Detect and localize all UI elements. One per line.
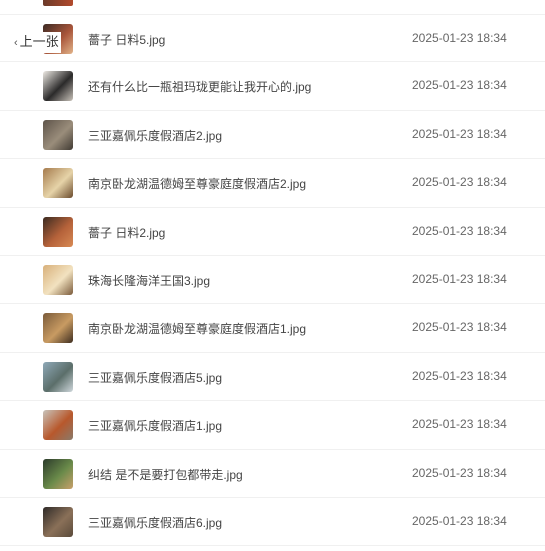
- file-row[interactable]: 薔子 日料5.jpg 2025-01-23 18:34: [0, 14, 545, 63]
- file-list: 薔子 日料5.jpg 2025-01-23 18:34 还有什么比一瓶祖玛珑更能让我…: [0, 14, 545, 547]
- file-row[interactable]: 南京卧龙湖温德姆至尊豪庭度假酒店2.jpg 2025-01-23 18:34: [0, 159, 545, 208]
- file-row[interactable]: 三亚嘉佩乐度假酒店2.jpg 2025-01-23 18:34: [0, 111, 545, 160]
- file-date: 2025-01-23 18:34: [412, 368, 507, 383]
- file-thumbnail[interactable]: [43, 264, 73, 295]
- file-date: 2025-01-23 18:34: [412, 31, 507, 45]
- file-thumbnail[interactable]: [43, 361, 73, 392]
- file-row[interactable]: 南京卧龙湖温德姆至尊豪庭度假酒店1.jpg 2025-01-23 18:34: [0, 304, 545, 353]
- file-date: 2025-01-23 18:34: [412, 175, 507, 190]
- file-date: 2025-01-23 18:34: [412, 513, 507, 528]
- file-name[interactable]: 三亚嘉佩乐度假酒店1.jpg: [88, 417, 222, 434]
- file-name[interactable]: 三亚嘉佩乐度假酒店2.jpg: [88, 127, 222, 144]
- file-name[interactable]: 三亚嘉佩乐度假酒店5.jpg: [88, 369, 222, 386]
- file-row[interactable]: 三亚嘉佩乐度假酒店5.jpg 2025-01-23 18:34: [0, 353, 545, 402]
- file-row[interactable]: 三亚嘉佩乐度假酒店1.jpg 2025-01-23 18:34: [0, 401, 545, 450]
- file-date: 2025-01-23 18:34: [412, 223, 507, 238]
- file-name[interactable]: 薔子 日料2.jpg: [88, 224, 165, 241]
- file-name[interactable]: 纠结 是不是要打包都带走.jpg: [88, 466, 243, 483]
- previous-row-thumbnail-peek: [43, 0, 73, 6]
- file-list-page: ‹ 上一张 薔子 日料5.jpg 2025-01-23 18:34 还有什么比一瓶祖玛…: [0, 0, 545, 551]
- file-date: 2025-01-23 18:34: [412, 320, 507, 335]
- file-thumbnail[interactable]: [43, 458, 73, 489]
- previous-image-link[interactable]: ‹ 上一张: [12, 32, 61, 53]
- file-name[interactable]: 南京卧龙湖温德姆至尊豪庭度假酒店2.jpg: [88, 175, 306, 192]
- file-date: 2025-01-23 18:34: [412, 465, 507, 480]
- file-date: 2025-01-23 18:34: [412, 271, 507, 286]
- file-name[interactable]: 南京卧龙湖温德姆至尊豪庭度假酒店1.jpg: [88, 320, 306, 337]
- file-thumbnail[interactable]: [43, 410, 73, 441]
- file-date: 2025-01-23 18:34: [412, 417, 507, 432]
- file-thumbnail[interactable]: [43, 313, 73, 344]
- file-thumbnail[interactable]: [43, 168, 73, 199]
- file-row[interactable]: 还有什么比一瓶祖玛珑更能让我开心的.jpg 2025-01-23 18:34: [0, 62, 545, 111]
- chevron-left-icon: ‹: [14, 37, 18, 49]
- file-date: 2025-01-23 18:34: [412, 78, 507, 93]
- file-row[interactable]: 珠海长隆海洋王国3.jpg 2025-01-23 18:34: [0, 256, 545, 305]
- file-thumbnail[interactable]: [43, 216, 73, 247]
- file-thumbnail[interactable]: [43, 119, 73, 150]
- previous-image-label: 上一张: [19, 34, 59, 49]
- file-name[interactable]: 三亚嘉佩乐度假酒店6.jpg: [88, 514, 222, 531]
- file-thumbnail[interactable]: [43, 506, 73, 537]
- file-row[interactable]: 薔子 日料2.jpg 2025-01-23 18:34: [0, 208, 545, 256]
- file-name[interactable]: 还有什么比一瓶祖玛珑更能让我开心的.jpg: [88, 78, 311, 95]
- file-name[interactable]: 薔子 日料5.jpg: [88, 31, 165, 48]
- file-date: 2025-01-23 18:34: [412, 126, 507, 141]
- file-name[interactable]: 珠海长隆海洋王国3.jpg: [88, 272, 210, 289]
- file-row[interactable]: 三亚嘉佩乐度假酒店6.jpg 2025-01-23 18:34: [0, 498, 545, 547]
- file-row[interactable]: 纠结 是不是要打包都带走.jpg 2025-01-23 18:34: [0, 450, 545, 498]
- file-thumbnail[interactable]: [43, 71, 73, 102]
